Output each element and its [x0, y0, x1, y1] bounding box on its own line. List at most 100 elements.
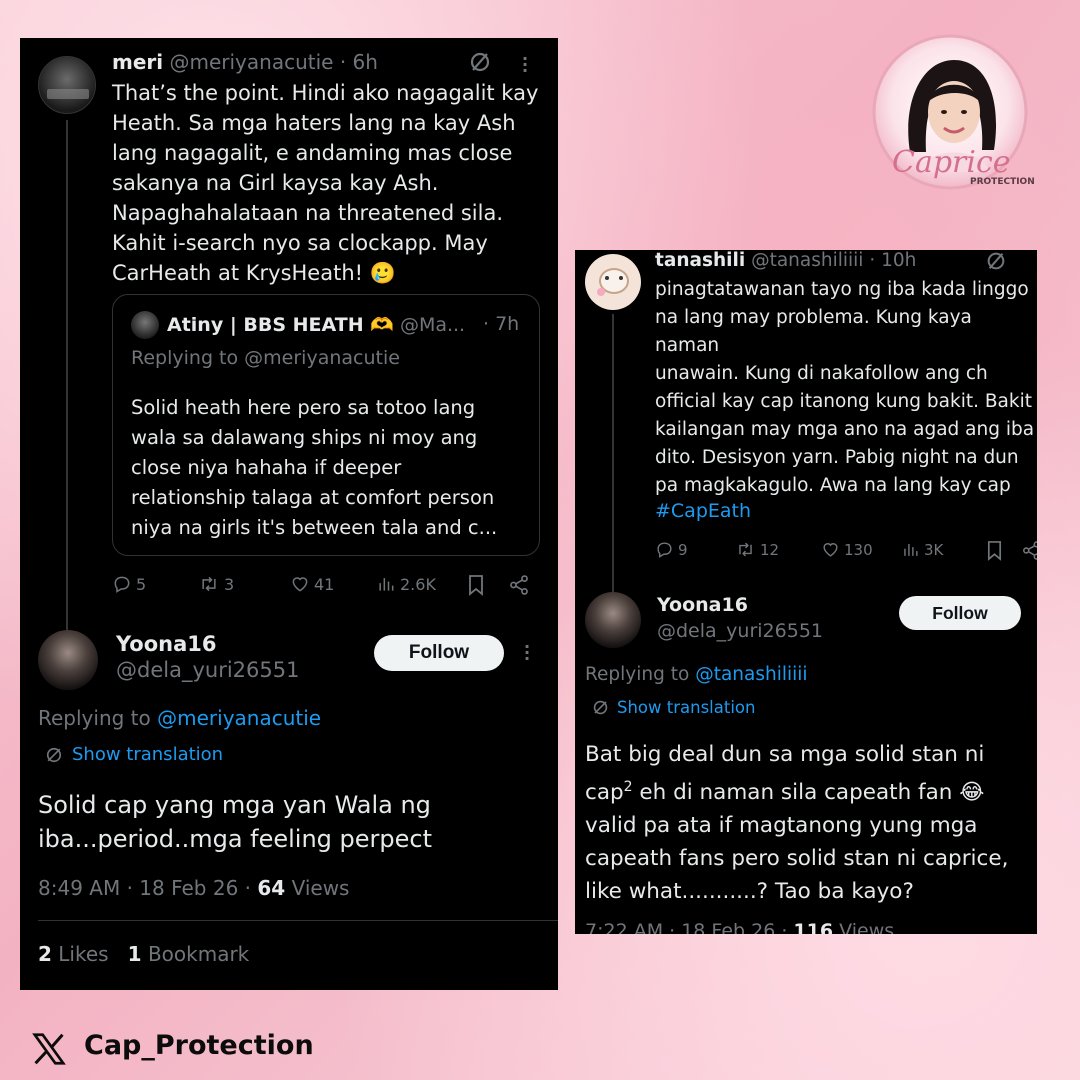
thread-line	[66, 120, 68, 630]
repost-count: 12	[760, 540, 780, 559]
replying-label: Replying to	[131, 347, 239, 369]
quoted-line: Solid heath here pero sa totoo lang	[131, 396, 476, 419]
quoted-line: niya na girls it's between tala and c...	[131, 516, 498, 539]
quoted-time: · 7h	[483, 313, 520, 335]
repost-action[interactable]: 3	[198, 574, 234, 594]
share-icon[interactable]	[1021, 540, 1037, 561]
tweet-time[interactable]: · 6h	[340, 50, 378, 74]
reply-views-label: Views	[839, 920, 895, 934]
reply-line: Solid cap yang mga yan Wala ng	[38, 791, 431, 819]
avatar-meri[interactable]	[38, 56, 96, 114]
views-icon	[904, 543, 918, 556]
likes-count: 2	[38, 942, 52, 966]
reply-timestamp[interactable]: 8:49 AM · 18 Feb 26 ·	[38, 876, 251, 900]
author-handle[interactable]: @meriyanacutie	[169, 50, 333, 74]
reply-line: valid pa ata if magtanong yung mga	[585, 813, 978, 839]
author-name[interactable]: meri	[112, 50, 163, 74]
grok-icon[interactable]	[468, 50, 492, 74]
caprice-protection-logo: Caprice PROTECTION	[862, 32, 1042, 196]
likes-summary[interactable]: 2 Likes	[38, 942, 109, 966]
repost-action[interactable]: 12	[735, 540, 779, 559]
reply-line: Bat big deal dun sa mga solid stan ni	[585, 742, 985, 767]
quoted-line: wala sa dalawang ships ni moy ang	[131, 426, 478, 449]
replying-handle-link[interactable]: @tanashiliiii	[695, 664, 807, 685]
author-handle[interactable]: @tanashiliiii	[751, 250, 863, 271]
tweet-body: pinagtatawanan tayo ng iba kada linggo n…	[655, 276, 1037, 500]
like-action[interactable]: 41	[290, 574, 334, 594]
reply-line: cap2 eh di naman sila capeath fan 😂	[585, 779, 985, 806]
author-name[interactable]: tanashili	[655, 250, 745, 271]
reply-meta: 8:49 AM · 18 Feb 26 · 64 Views	[38, 876, 349, 900]
tweet-line: Heath. Sa mga haters lang na kay Ash	[112, 111, 516, 135]
more-options-icon[interactable]: · · ·	[524, 639, 530, 667]
avatar-yoona16[interactable]	[38, 630, 98, 690]
tweet-line: Kahit i-search nyo sa clockapp. May	[112, 231, 488, 255]
replying-label: Replying to	[38, 706, 151, 730]
reply-line: iba...period..mga feeling perpect	[38, 825, 433, 853]
tweet-line: Napaghahalataan na threatened sila.	[112, 201, 504, 225]
quoted-header: Atiny | BBS HEATH 🫶 @Ma...	[167, 313, 465, 336]
show-translation-link[interactable]: Show translation	[591, 698, 756, 717]
reply-views-label: Views	[291, 876, 350, 900]
tweet-thread-panel-left: meri @meriyanacutie · 6h · · · That’s the …	[20, 38, 558, 990]
translate-icon	[46, 747, 62, 762]
tweet-line: sakanya na Girl kaysa kay Ash.	[112, 171, 439, 195]
reply-body: Bat big deal dun sa mga solid stan ni ca…	[585, 738, 1008, 908]
tweet-thread-panel-right: tanashili @tanashiliiii · 10h ··· pinagt…	[575, 250, 1037, 934]
brand-handle: Cap_Protection	[84, 1030, 314, 1061]
avatar-tanashili[interactable]	[585, 254, 641, 310]
tweet-line: unawain. Kung di nakafollow ang ch	[655, 363, 988, 384]
avatar-yoona16[interactable]	[585, 592, 641, 648]
follow-button[interactable]: Follow	[374, 635, 504, 671]
profile-badge-icon: Caprice PROTECTION	[872, 34, 1035, 190]
repost-icon	[739, 542, 752, 557]
reply-line: capeath fans pero solid stan ni caprice,	[585, 846, 1009, 872]
bookmark-icon[interactable]	[466, 574, 486, 596]
views-action[interactable]: 3K	[901, 540, 943, 559]
divider	[38, 920, 558, 921]
tweet-line: That’s the point. Hindi ako nagagalit ka…	[112, 81, 539, 105]
more-options-icon[interactable]: · · ·	[522, 51, 528, 79]
reply-count: 5	[136, 574, 147, 594]
logo-script-text: Caprice	[892, 145, 1011, 180]
share-icon[interactable]	[508, 574, 530, 596]
quoted-replying-to: Replying to @meriyanacutie	[131, 347, 400, 369]
reply-author-handle[interactable]: @dela_yuri26551	[657, 620, 823, 642]
replying-handle: @meriyanacutie	[244, 347, 400, 369]
bookmarks-summary[interactable]: 1 Bookmark	[128, 942, 250, 966]
replying-label: Replying to	[585, 664, 690, 685]
reply-body: Solid cap yang mga yan Wala ng iba...per…	[38, 788, 432, 856]
reply-action[interactable]: 5	[112, 574, 146, 594]
reply-icon	[657, 542, 672, 558]
reply-action[interactable]: 9	[655, 540, 688, 559]
show-translation-label[interactable]: Show translation	[72, 744, 223, 765]
tweet-line: kailangan may mga ano na agad ang iba	[655, 419, 1035, 440]
views-count: 3K	[924, 540, 944, 559]
like-action[interactable]: 130	[821, 540, 873, 559]
replying-handle-link[interactable]: @meriyanacutie	[157, 706, 321, 730]
views-action[interactable]: 2.6K	[376, 574, 436, 594]
reply-author-name[interactable]: Yoona16	[657, 594, 748, 616]
repost-count: 3	[224, 574, 235, 594]
reply-timestamp[interactable]: 7:22 AM · 18 Feb 26 ·	[585, 920, 787, 934]
tweet-time[interactable]: · 10h	[869, 250, 916, 271]
quoted-avatar[interactable]	[131, 311, 159, 339]
follow-button[interactable]: Follow	[899, 596, 1021, 630]
x-logo-icon	[32, 1033, 66, 1065]
reply-meta: 7:22 AM · 18 Feb 26 · 116 Views	[585, 920, 894, 934]
replying-to: Replying to @meriyanacutie	[38, 706, 321, 730]
tweet-body: That’s the point. Hindi ako nagagalit ka…	[112, 78, 538, 288]
reply-author-name[interactable]: Yoona16	[116, 632, 216, 656]
reply-line: like what...........? Tao ba kayo?	[585, 879, 914, 905]
hashtag-link[interactable]: #CapEath	[655, 500, 751, 522]
show-translation-link[interactable]: Show translation	[44, 744, 223, 765]
reply-author-handle[interactable]: @dela_yuri26551	[116, 658, 299, 682]
quoted-tweet[interactable]: Atiny | BBS HEATH 🫶 @Ma... · 7h Replying…	[112, 294, 540, 556]
quoted-line: relationship talaga at comfort person	[131, 486, 495, 509]
bookmark-icon[interactable]	[985, 540, 1004, 561]
grok-icon[interactable]	[985, 250, 1007, 272]
superscript: 2	[623, 779, 633, 795]
reply-count: 9	[678, 540, 688, 559]
reply-views-count: 64	[257, 876, 286, 900]
show-translation-label[interactable]: Show translation	[617, 698, 756, 717]
